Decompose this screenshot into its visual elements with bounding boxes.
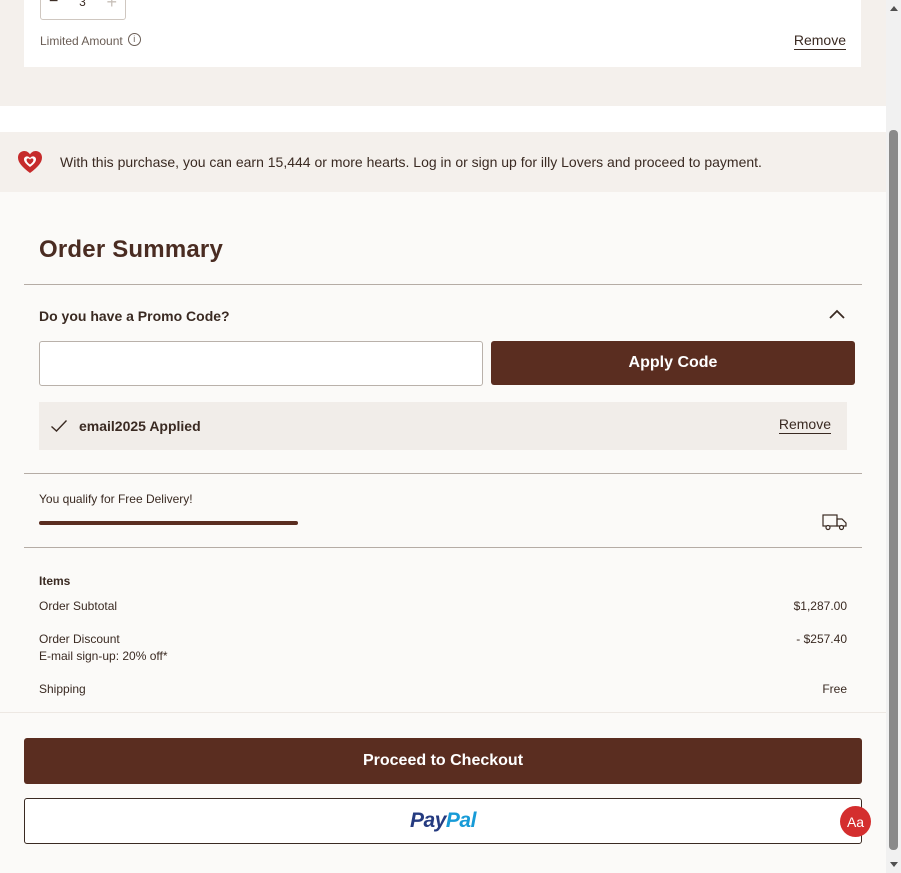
delivery-truck-icon xyxy=(822,514,847,531)
decrement-button[interactable]: − xyxy=(49,0,58,11)
limited-amount-note: Limited Amount i xyxy=(40,32,141,48)
applied-promo-text: email2025 Applied xyxy=(79,418,201,434)
paypal-button[interactable]: PayPal xyxy=(24,798,862,844)
section-spacer xyxy=(0,106,886,132)
checkout-actions: Proceed to Checkout PayPal Aa xyxy=(0,712,886,873)
shipping-label: Shipping xyxy=(39,682,86,696)
free-delivery-progress-bar xyxy=(39,521,298,525)
quantity-stepper[interactable]: − 3 + xyxy=(40,0,126,20)
loyalty-banner: With this purchase, you can earn 15,444 … xyxy=(0,132,886,192)
subtotal-label: Order Subtotal xyxy=(39,599,118,613)
remove-item-link[interactable]: Remove xyxy=(793,32,846,50)
remove-promo-link[interactable]: Remove xyxy=(778,416,831,434)
cart-item-card: − 3 + Limited Amount i Remove xyxy=(24,0,861,67)
checkmark-icon xyxy=(51,420,68,432)
discount-value: - $257.40 xyxy=(796,632,847,646)
order-summary-title: Order Summary xyxy=(39,236,224,263)
page-viewport: − 3 + Limited Amount i Remove With this … xyxy=(0,0,886,873)
paypal-logo: PayPal xyxy=(410,809,476,833)
paypal-logo-pay: Pay xyxy=(410,809,446,832)
limited-amount-label: Limited Amount xyxy=(40,34,123,48)
quantity-value: 3 xyxy=(79,0,86,9)
chevron-up-icon[interactable] xyxy=(828,308,846,320)
heart-icon xyxy=(18,151,42,173)
info-icon[interactable]: i xyxy=(127,32,141,46)
scroll-up-arrow[interactable] xyxy=(886,0,901,17)
applied-promo-box: email2025 Applied Remove xyxy=(39,402,847,450)
divider xyxy=(24,547,862,548)
divider xyxy=(24,284,862,285)
cart-item-area: − 3 + Limited Amount i Remove xyxy=(0,0,886,106)
accessibility-badge[interactable]: Aa xyxy=(840,806,871,837)
promo-code-input[interactable] xyxy=(39,341,483,386)
scrollbar-thumb[interactable] xyxy=(889,130,898,850)
vertical-scrollbar[interactable] xyxy=(886,0,901,873)
discount-description: E-mail sign-up: 20% off* xyxy=(39,649,168,663)
order-summary-panel: Order Summary Do you have a Promo Code? … xyxy=(0,192,886,712)
loyalty-banner-text: With this purchase, you can earn 15,444 … xyxy=(60,154,762,170)
items-heading: Items xyxy=(39,574,71,588)
promo-code-toggle-label[interactable]: Do you have a Promo Code? xyxy=(39,308,230,324)
paypal-logo-pal: Pal xyxy=(445,809,477,832)
free-delivery-progress-fill xyxy=(39,521,298,525)
discount-label: Order Discount xyxy=(39,632,120,646)
divider xyxy=(24,473,862,474)
apply-code-button[interactable]: Apply Code xyxy=(491,341,855,385)
shipping-value: Free xyxy=(822,682,847,696)
subtotal-value: $1,287.00 xyxy=(793,599,847,613)
scroll-down-arrow[interactable] xyxy=(886,856,901,873)
proceed-to-checkout-button[interactable]: Proceed to Checkout xyxy=(24,738,862,784)
increment-button[interactable]: + xyxy=(106,0,117,13)
free-delivery-text: You qualify for Free Delivery! xyxy=(39,492,193,506)
